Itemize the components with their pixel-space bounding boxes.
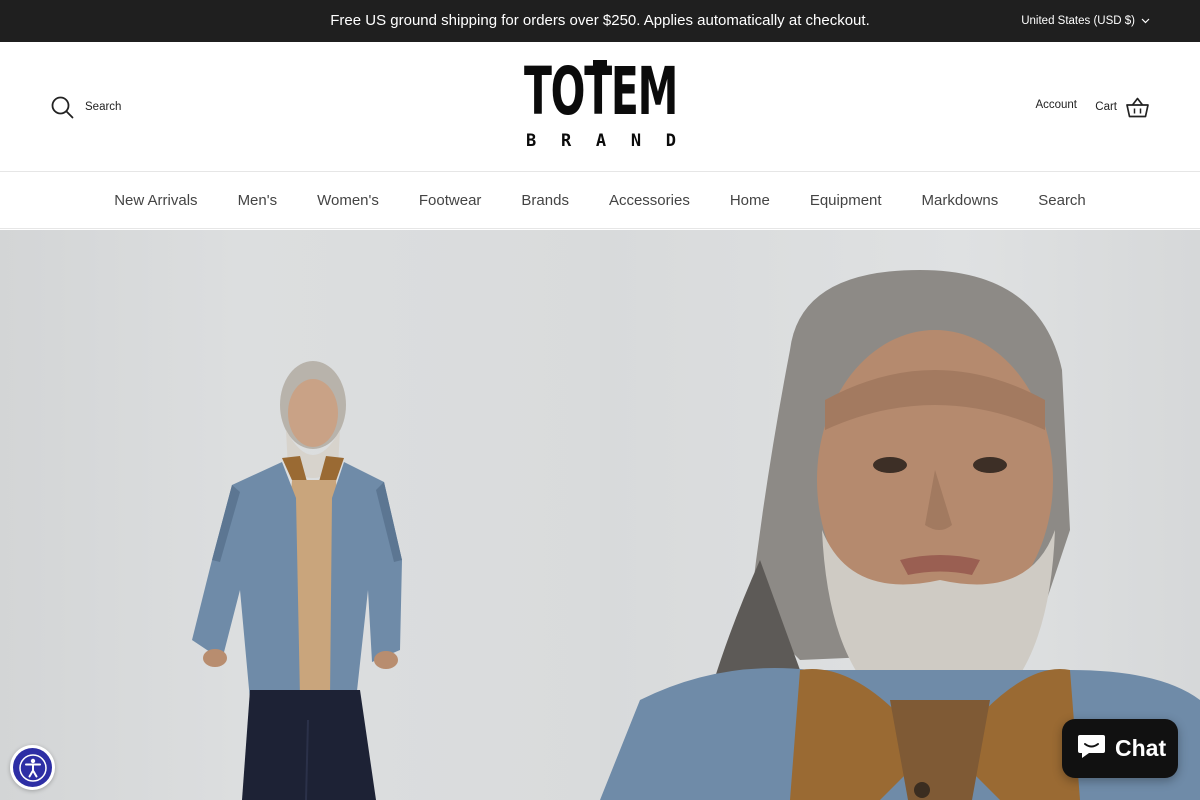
search-icon <box>51 96 74 119</box>
main-navigation: New Arrivals Men's Women's Footwear Bran… <box>0 172 1200 229</box>
announcement-text: Free US ground shipping for orders over … <box>330 12 870 29</box>
logo-sub-letter: R <box>560 131 572 151</box>
nav-item-search[interactable]: Search <box>1038 192 1086 209</box>
accessibility-icon <box>13 748 52 787</box>
search-label: Search <box>85 101 122 113</box>
hero-image-full-body[interactable] <box>0 230 600 800</box>
logo-letter: E <box>610 53 639 130</box>
account-link[interactable]: Account <box>1035 99 1077 111</box>
logo-letter: T <box>524 53 552 130</box>
logo-sub-letter: B <box>526 131 537 151</box>
cart-link[interactable]: Cart <box>1095 95 1149 119</box>
logo-cross-mark <box>593 60 607 68</box>
cart-label: Cart <box>1095 101 1117 113</box>
chat-widget-button[interactable]: Chat <box>1062 719 1178 778</box>
nav-item-accessories[interactable]: Accessories <box>609 192 690 209</box>
accessibility-button[interactable] <box>10 745 55 790</box>
logo-wordmark: T O T E M <box>524 53 679 130</box>
logo-letter: T <box>584 53 612 130</box>
logo-letter: O <box>550 53 586 130</box>
logo-subtitle: B R A N D <box>526 132 676 150</box>
nav-item-womens[interactable]: Women's <box>317 192 379 209</box>
chat-label: Chat <box>1115 735 1167 761</box>
nav-item-mens[interactable]: Men's <box>238 192 278 209</box>
site-header: Search T O T E M B R A N D Account Cart <box>0 42 1200 172</box>
nav-item-footwear[interactable]: Footwear <box>419 192 482 209</box>
logo-letter: M <box>637 53 679 130</box>
nav-item-markdowns[interactable]: Markdowns <box>922 192 999 209</box>
logo-sub-letter: A <box>595 131 607 151</box>
header-search-link[interactable]: Search <box>51 95 121 119</box>
locale-label: United States (USD $) <box>1021 15 1135 27</box>
logo-sub-letter: D <box>665 131 676 151</box>
nav-item-brands[interactable]: Brands <box>521 192 569 209</box>
announcement-bar: Free US ground shipping for orders over … <box>0 0 1200 42</box>
logo-sub-letter: N <box>630 131 642 151</box>
hero-banner[interactable] <box>0 230 1200 800</box>
nav-item-home[interactable]: Home <box>730 192 770 209</box>
brand-logo[interactable]: T O T E M B R A N D <box>524 53 679 152</box>
chevron-down-icon <box>1141 18 1150 24</box>
basket-icon <box>1126 97 1149 118</box>
nav-item-equipment[interactable]: Equipment <box>810 192 882 209</box>
chat-bubble-icon <box>1076 733 1107 765</box>
hero-image-portrait[interactable] <box>600 230 1200 800</box>
locale-selector[interactable]: United States (USD $) <box>1021 0 1150 42</box>
nav-item-new-arrivals[interactable]: New Arrivals <box>114 192 197 209</box>
